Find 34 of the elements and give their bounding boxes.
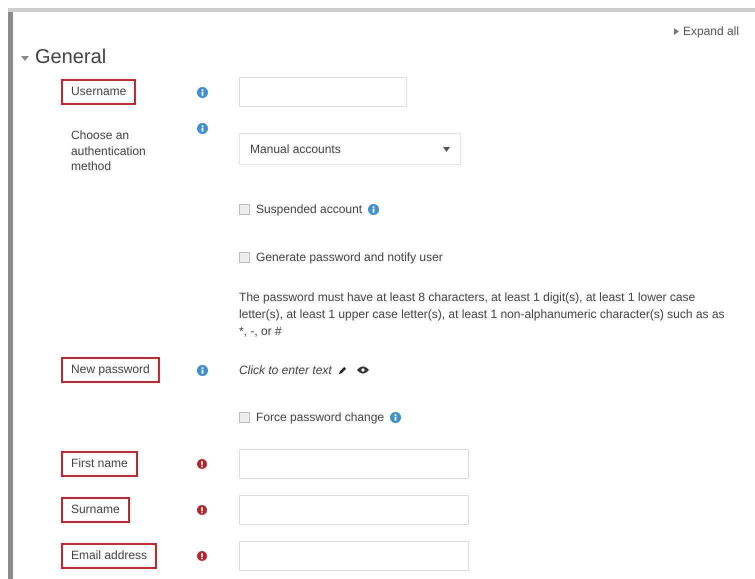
required-icon [197, 505, 207, 515]
help-icon[interactable] [197, 364, 208, 376]
text-field[interactable] [239, 77, 407, 107]
expand-all-link[interactable]: Expand all [674, 24, 739, 38]
field-label: Username [61, 79, 136, 105]
field-label: Choose an authentication method [70, 127, 147, 176]
checkbox[interactable] [239, 252, 250, 262]
help-icon[interactable] [197, 86, 208, 98]
auth-method-select[interactable]: Manual accounts [239, 133, 461, 165]
field-label: First name [61, 451, 138, 477]
help-icon[interactable] [368, 204, 380, 214]
dropdown-caret-icon [443, 146, 450, 152]
checkbox-label: Generate password and notify user [256, 250, 443, 264]
eye-icon[interactable] [356, 366, 369, 374]
field-label: Email address [61, 543, 158, 569]
checkbox-label: Suspended account [256, 202, 362, 216]
section-title: General [35, 46, 106, 69]
text-field[interactable] [239, 449, 469, 479]
caret-icon[interactable] [21, 54, 29, 62]
text-field[interactable] [239, 541, 469, 571]
checkbox[interactable] [239, 412, 250, 422]
password-rules-text: The password must have at least 8 characters, at least 1 digit(s), at least 1 lower case letter(s), at least 1 upper case letter(s), at least 1 non-alphanumeric character(s) such as as *, -, or # [239, 288, 726, 340]
required-icon [197, 551, 207, 561]
checkbox[interactable] [239, 204, 250, 214]
text-field[interactable] [239, 495, 469, 525]
required-icon [197, 459, 207, 469]
pencil-icon[interactable] [338, 366, 347, 374]
help-icon[interactable] [390, 412, 402, 422]
field-label: New password [61, 357, 160, 383]
caret-icon [674, 28, 679, 34]
help-icon[interactable] [197, 123, 208, 134]
field-label: Surname [61, 497, 130, 523]
enter-password-link[interactable]: Click to enter text [239, 363, 332, 377]
checkbox-label: Force password change [256, 410, 384, 424]
